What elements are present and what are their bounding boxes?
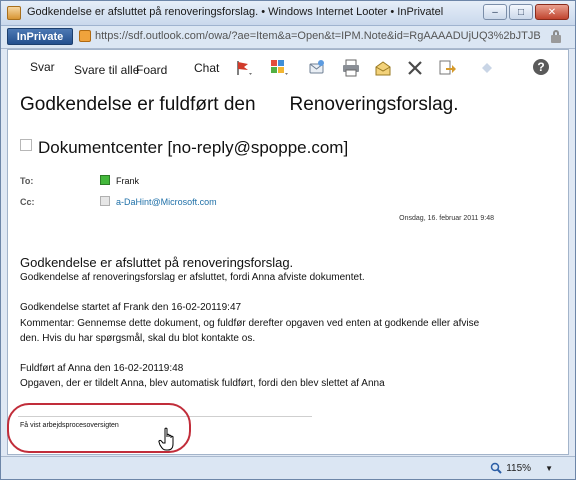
cc-recipient[interactable]: a-DaHint@Microsoft.com	[100, 196, 217, 207]
zoom-level: 115%	[506, 462, 532, 474]
subject-part-2: Renoveringsforslag.	[289, 94, 459, 115]
move-icon[interactable]	[308, 59, 326, 77]
status-bar: 115% ▼	[1, 456, 575, 479]
subject-part-1: Godkendelse er fuldført den	[20, 94, 256, 115]
magnifier-icon	[490, 462, 502, 474]
address-bar: InPrivate https://sdf.outlook.com/owa/?a…	[1, 26, 575, 49]
categories-icon[interactable]	[270, 59, 288, 77]
sender-line: Dokumentcenter [no-reply@spoppe.com]	[20, 138, 348, 158]
svg-text:?: ?	[537, 60, 544, 74]
presence-online-icon	[100, 175, 110, 185]
hand-cursor-icon	[158, 427, 174, 451]
forward-button[interactable]: Foard	[136, 63, 167, 77]
window-title: Godkendelse er afsluttet på renoveringsf…	[27, 6, 444, 18]
zoom-control[interactable]: 115% ▼	[490, 462, 553, 474]
lock-icon[interactable]	[551, 30, 561, 43]
browser-window: Godkendelse er afsluttet på renoveringsf…	[0, 0, 576, 480]
mark-read-icon[interactable]	[374, 59, 392, 77]
title-bar: Godkendelse er afsluttet på renoveringsf…	[1, 1, 575, 26]
to-label: To:	[20, 176, 34, 186]
reply-button[interactable]: Svar	[30, 60, 55, 74]
navigate-icon[interactable]	[478, 59, 496, 77]
body-divider	[18, 416, 312, 417]
body-started: Godkendelse startet af Frank den 16-02-2…	[20, 302, 242, 313]
help-icon[interactable]: ?	[532, 58, 550, 76]
body-completed-2: Opgaven, der er tildelt Anna, blev autom…	[20, 378, 385, 389]
url-field[interactable]: https://sdf.outlook.com/owa/?ae=Item&a=O…	[95, 30, 541, 42]
app-icon	[7, 6, 21, 20]
maximize-button[interactable]: □	[509, 4, 533, 20]
workflow-history-link[interactable]: Få vist arbejdsprocesoversigten	[20, 422, 119, 429]
flag-icon[interactable]	[234, 59, 252, 77]
reply-all-button[interactable]: Svare til alle	[74, 63, 139, 77]
to-recipient[interactable]: Frank	[100, 175, 139, 186]
cc-label: Cc:	[20, 197, 35, 207]
cc-recipient-email[interactable]: a-DaHint@Microsoft.com	[116, 197, 217, 207]
body-comment-1: Kommentar: Gennemse dette dokument, og f…	[20, 318, 480, 329]
move-to-folder-icon[interactable]	[438, 59, 456, 77]
window-controls: – □ ✕	[483, 4, 569, 20]
inprivate-badge[interactable]: InPrivate	[7, 28, 73, 45]
minimize-button[interactable]: –	[483, 4, 507, 20]
message-toolbar: Svar Svare til alle Foard Chat ?	[8, 50, 568, 86]
print-icon[interactable]	[342, 59, 360, 77]
chat-button[interactable]: Chat	[194, 61, 219, 75]
message-date: Onsdag, 16. februar 2011 9:48	[399, 215, 494, 222]
site-icon	[79, 30, 91, 42]
message-pane: Svar Svare til alle Foard Chat ? Godkend…	[7, 49, 569, 455]
zoom-dropdown-icon[interactable]: ▼	[545, 464, 553, 473]
delete-icon[interactable]	[406, 59, 424, 77]
message-subject: Godkendelse er fuldført den Renoveringsfo…	[20, 94, 459, 116]
to-recipient-name[interactable]: Frank	[116, 176, 139, 186]
body-line-1: Godkendelse af renoveringsforslag er afs…	[20, 272, 365, 283]
presence-unknown-icon	[100, 196, 110, 206]
sender-name[interactable]: Dokumentcenter [no-reply@spoppe.com]	[38, 138, 348, 157]
sender-checkbox-icon	[20, 139, 32, 151]
body-comment-2: den. Hvis du har spørgsmål, skal du blot…	[20, 333, 256, 344]
body-heading: Godkendelse er afsluttet på renoveringsf…	[20, 255, 294, 270]
close-button[interactable]: ✕	[535, 4, 569, 20]
body-completed: Fuldført af Anna den 16-02-20119:48	[20, 363, 184, 374]
